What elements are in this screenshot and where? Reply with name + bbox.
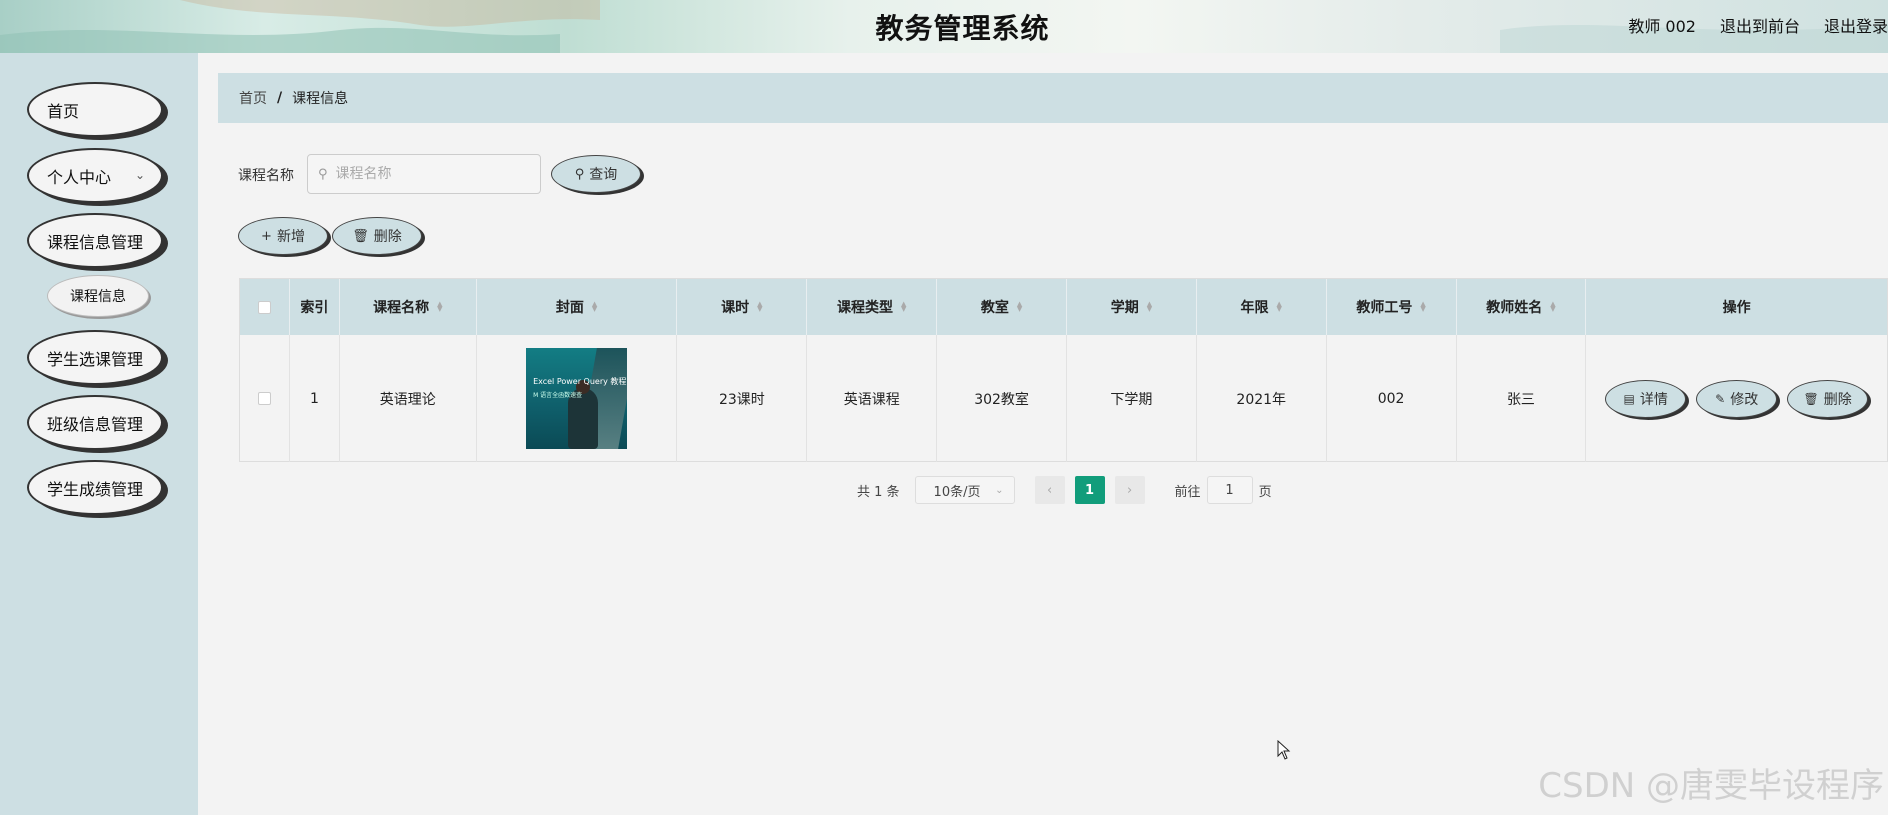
search-field[interactable]: ⚲ (307, 154, 541, 194)
trash-icon: 🗑 (1803, 391, 1819, 406)
chevron-down-icon: ⌄ (134, 168, 145, 182)
edit-button[interactable]: ✎ 修改 (1696, 379, 1778, 418)
current-user: 教师 002 (1628, 17, 1696, 36)
sort-icon[interactable]: ▲ ▼ (1550, 301, 1555, 313)
goto-page-input[interactable]: 1 (1206, 476, 1253, 504)
goto-label: 前往 (1174, 484, 1201, 500)
table-row: 1 英语理论 Excel Power Query 教程 M 语言全函数速查 23… (240, 335, 1887, 462)
column-header: 索引 (290, 279, 340, 335)
search-button-label: 查询 (589, 167, 618, 183)
row-delete-button[interactable]: 🗑 删除 (1787, 379, 1869, 418)
column-header[interactable]: 年限 ▲ ▼ (1197, 279, 1327, 335)
page-number-current[interactable]: 1 (1074, 476, 1105, 504)
search-input[interactable] (335, 166, 526, 182)
cell-course-name: 英语理论 (340, 335, 477, 462)
page-size-select[interactable]: 10条/页 ⌄ (914, 476, 1015, 504)
pencil-icon: ✎ (1715, 391, 1726, 406)
sidebar-subitem-course-info[interactable]: 课程信息 (47, 275, 149, 317)
column-header[interactable]: 课程类型 ▲ ▼ (807, 279, 938, 335)
goto-suffix: 页 (1258, 484, 1272, 500)
table-header: 索引 课程名称 ▲ ▼ 封面 ▲ ▼ 课时 ▲ ▼ 课程类型 ▲ ▼ 教室 ▲ ▼ 学期 ▲ ▼ 年限 ▲… (240, 279, 1887, 335)
cell-index: 1 (290, 335, 340, 462)
logout-link[interactable]: 退出登录 (1824, 13, 1888, 37)
trash-icon: 🗑 (352, 228, 369, 244)
sort-icon[interactable]: ▲ ▼ (901, 301, 906, 313)
cell-cover: Excel Power Query 教程 M 语言全函数速查 (477, 335, 678, 462)
exit-to-front-link[interactable]: 退出到前台 (1720, 13, 1800, 37)
cover-title: Excel Power Query 教程 (533, 377, 627, 386)
column-header[interactable]: 课程名称 ▲ ▼ (340, 279, 477, 335)
sort-icon[interactable]: ▲ ▼ (592, 301, 597, 313)
course-cover-image[interactable]: Excel Power Query 教程 M 语言全函数速查 (526, 348, 628, 449)
column-header[interactable]: 教师工号 ▲ ▼ (1327, 279, 1457, 335)
search-label: 课程名称 (238, 168, 294, 184)
row-checkbox[interactable] (240, 335, 290, 462)
select-all-checkbox[interactable] (240, 279, 290, 335)
breadcrumb-current: 课程信息 (292, 91, 349, 107)
chevron-down-icon: ⌄ (995, 484, 1004, 496)
sidebar: 首页 个人中心 ⌄ 课程信息管理 课程信息 学生选课管理 班级信息管理 学生成绩… (0, 53, 198, 815)
app-title: 教务管理系统 (875, 12, 1050, 45)
column-header: 操作 (1722, 300, 1751, 316)
detail-button[interactable]: ▤ 详情 (1605, 379, 1687, 418)
sidebar-item-label: 首页 (47, 101, 80, 121)
cell-operations: ▤ 详情 ✎ 修改 🗑 删除 (1586, 335, 1887, 462)
cell-teacher-id: 002 (1327, 335, 1457, 462)
sidebar-item-label: 学生选课管理 (47, 349, 144, 369)
add-button[interactable]: + 新增 (238, 217, 328, 255)
sidebar-item-class-info[interactable]: 班级信息管理 (27, 395, 163, 450)
cell-classroom: 302教室 (937, 335, 1067, 462)
breadcrumb-home[interactable]: 首页 (239, 88, 267, 108)
breadcrumb-separator: / (277, 90, 283, 106)
cell-semester: 下学期 (1067, 335, 1197, 462)
sort-icon[interactable]: ▲ ▼ (1147, 301, 1152, 313)
add-button-label: 新增 (276, 229, 305, 245)
cover-subtitle: M 语言全函数速查 (533, 392, 583, 399)
sort-icon[interactable]: ▲ ▼ (1277, 301, 1282, 313)
sidebar-subitem-label: 课程信息 (70, 289, 126, 305)
sidebar-item-grades[interactable]: 学生成绩管理 (27, 460, 163, 515)
search-icon: ⚲ (574, 166, 585, 182)
cell-year: 2021年 (1197, 335, 1327, 462)
sidebar-item-personal-center[interactable]: 个人中心 ⌄ (27, 148, 163, 203)
cell-hours: 23课时 (677, 335, 808, 462)
sidebar-item-label: 学生成绩管理 (47, 479, 144, 499)
chevron-left-icon: ‹ (1046, 482, 1053, 498)
search-button[interactable]: ⚲ 查询 (551, 155, 641, 193)
sidebar-item-label: 课程信息管理 (47, 232, 144, 252)
course-table: 索引 课程名称 ▲ ▼ 封面 ▲ ▼ 课时 ▲ ▼ 课程类型 ▲ ▼ 教室 ▲ ▼ 学期 ▲ ▼ 年限 ▲… (239, 278, 1888, 462)
prev-page-button[interactable]: ‹ (1034, 476, 1065, 504)
column-header[interactable]: 封面 ▲ ▼ (477, 279, 678, 335)
sort-icon[interactable]: ▲ ▼ (437, 301, 442, 313)
column-header[interactable]: 教师姓名 ▲ ▼ (1457, 279, 1587, 335)
top-header: 教务管理系统 教师 002 退出到前台 退出登录 (0, 0, 1888, 53)
cell-course-type: 英语课程 (807, 335, 938, 462)
pagination: 共 1 条 10条/页 ⌄ ‹ 1 › 前往 1 页 (857, 476, 1272, 504)
bulk-delete-button[interactable]: 🗑 删除 (332, 217, 422, 255)
search-icon: ⚲ (318, 166, 328, 182)
sort-icon[interactable]: ▲ ▼ (1420, 301, 1425, 313)
breadcrumb: 首页 / 课程信息 (218, 73, 1888, 123)
sidebar-item-home[interactable]: 首页 (27, 82, 163, 137)
pagination-total: 共 1 条 (857, 484, 900, 500)
sort-icon[interactable]: ▲ ▼ (757, 301, 762, 313)
plus-icon: + (261, 228, 272, 244)
document-icon: ▤ (1623, 391, 1635, 406)
column-header[interactable]: 学期 ▲ ▼ (1067, 279, 1197, 335)
sidebar-item-label: 班级信息管理 (47, 414, 144, 434)
column-header[interactable]: 课时 ▲ ▼ (677, 279, 808, 335)
sort-icon[interactable]: ▲ ▼ (1017, 301, 1022, 313)
bulk-delete-label: 删除 (373, 229, 402, 245)
sidebar-item-course-selection[interactable]: 学生选课管理 (27, 330, 163, 385)
sidebar-item-course-management[interactable]: 课程信息管理 (27, 213, 163, 268)
column-header[interactable]: 教室 ▲ ▼ (937, 279, 1067, 335)
mouse-cursor-icon (1277, 740, 1291, 760)
watermark: CSDN @唐雯毕设程序 (1538, 766, 1884, 806)
chevron-right-icon: › (1126, 482, 1133, 498)
next-page-button[interactable]: › (1114, 476, 1145, 504)
sidebar-item-label: 个人中心 (47, 167, 112, 187)
cell-teacher-name: 张三 (1457, 335, 1587, 462)
